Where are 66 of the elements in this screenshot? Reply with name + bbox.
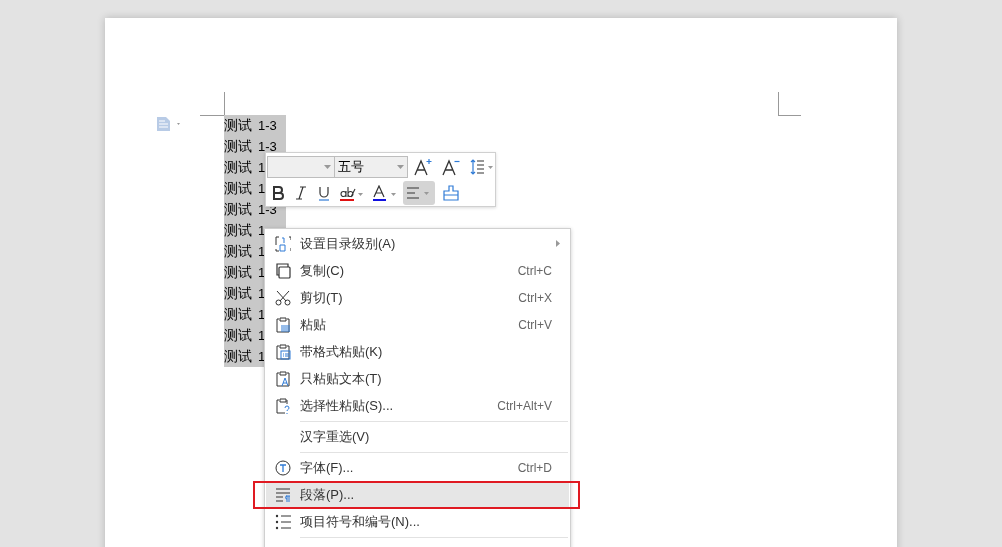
text-line: 测试 [224, 200, 252, 219]
grow-font-icon[interactable] [414, 157, 434, 176]
shortcut-text: Ctrl+Alt+V [497, 397, 552, 415]
menu-item[interactable]: 汉字重选(V) [266, 423, 569, 450]
bulleted-list-icon [275, 513, 291, 530]
format-painter-icon [442, 185, 460, 201]
menu-item[interactable]: 设置目录级别(A) [266, 230, 569, 257]
text-line: 测试 [224, 179, 252, 198]
menu-item[interactable]: 复制(C) Ctrl+C [266, 257, 569, 284]
font-size-dropdown[interactable]: 五号 [334, 155, 408, 178]
bold-icon [271, 186, 285, 200]
clipboard-icon [275, 316, 291, 333]
menu-item[interactable]: 只粘贴文本(T) [266, 365, 569, 392]
underline-icon [317, 185, 331, 201]
line-spacing-icon[interactable] [470, 158, 494, 175]
menu-item[interactable]: 选择性粘贴(S)... Ctrl+Alt+V [266, 392, 569, 419]
paragraph-icon [275, 486, 291, 503]
menu-item[interactable]: 项目符号和编号(N)... [266, 508, 569, 535]
text-line: 测试 [224, 326, 252, 345]
italic-icon [294, 186, 308, 200]
menu-item-label: 带格式粘贴(K) [300, 342, 384, 361]
line-number-text: 1-3 [258, 137, 277, 156]
level-numbers-icon [275, 235, 291, 252]
copy-icon [275, 262, 291, 279]
text-line: 测试 [224, 221, 252, 240]
menu-item[interactable]: 带格式粘贴(K) [266, 338, 569, 365]
menu-item-label: 剪切(T) [300, 288, 344, 307]
highlight-icon [339, 185, 365, 201]
clipboard-icon [275, 370, 291, 387]
submenu-arrow-icon [556, 240, 560, 247]
menu-item-label: 选择性粘贴(S)... [300, 396, 395, 415]
letter-t-circle-icon [275, 459, 291, 476]
menu-item-label: 粘贴 [300, 315, 327, 334]
shortcut-text: Ctrl+D [517, 459, 552, 477]
line-number-text: 1 [258, 158, 266, 177]
line-number-text: 1-3 [258, 116, 277, 135]
line-number-text: 1 [258, 179, 266, 198]
dropdown-caret-icon [397, 164, 404, 169]
menu-item[interactable]: 字体(F)... Ctrl+D [266, 454, 569, 481]
font-color-icon [372, 185, 398, 201]
text-line: 测试 [224, 158, 252, 177]
menu-item[interactable]: 粘贴 Ctrl+V [266, 311, 569, 338]
align-left-icon [406, 186, 432, 200]
text-line: 测试 [224, 263, 252, 282]
text-line: 测试 [224, 347, 252, 366]
text-line: 测试 [224, 137, 252, 156]
scissors-icon [275, 289, 291, 306]
menu-item-label: 段落(P)... [300, 485, 356, 504]
menu-item-label: 只粘贴文本(T) [300, 369, 383, 388]
clipboard-icon [275, 397, 291, 414]
shortcut-text: Ctrl+V [518, 316, 552, 334]
menu-item-label: 汉字重选(V) [300, 427, 371, 446]
menu-item-label: 设置目录级别(A) [300, 234, 397, 253]
text-line: 测试 [224, 305, 252, 324]
shortcut-text: Ctrl+C [517, 262, 552, 280]
menu-item-label: 字体(F)... [300, 458, 355, 477]
text-line: 测试 [224, 284, 252, 303]
clipboard-icon [275, 343, 291, 360]
menu-item[interactable]: 剪切(T) Ctrl+X [266, 284, 569, 311]
menu-item-label: 复制(C) [300, 261, 346, 280]
dropdown-caret-icon [324, 164, 331, 169]
text-line: 测试 [224, 242, 252, 261]
shrink-font-icon[interactable] [442, 157, 462, 176]
shortcut-text: Ctrl+X [518, 289, 552, 307]
menu-item-label: 项目符号和编号(N)... [300, 512, 421, 531]
text-line: 测试 [224, 116, 252, 135]
